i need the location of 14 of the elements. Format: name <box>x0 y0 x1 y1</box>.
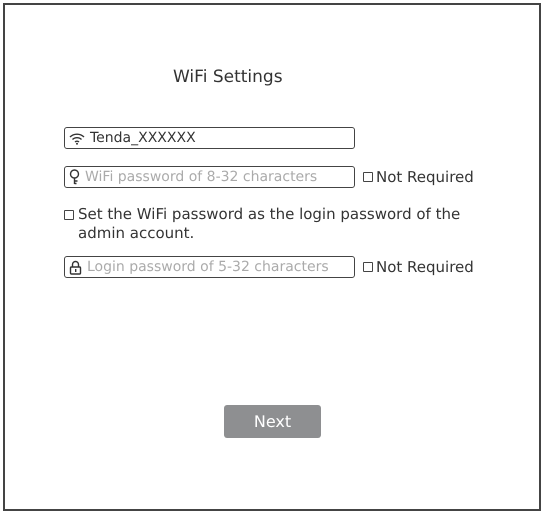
password-field[interactable]: WiFi password of 8-32 characters <box>64 166 355 188</box>
wifi-icon <box>69 132 85 144</box>
next-button[interactable]: Next <box>224 405 321 438</box>
page-title: WiFi Settings <box>173 67 284 89</box>
password-field[interactable]: Login password of 5-32 characters <box>64 256 355 278</box>
checkbox[interactable] <box>363 172 373 182</box>
wifi-name-field[interactable]: Tenda_XXXXXX <box>64 127 355 149</box>
key-icon <box>69 169 80 185</box>
checkbox-label: Set the WiFi password as the login password of the admin account. <box>78 205 462 243</box>
checkbox[interactable] <box>363 262 373 272</box>
checkbox-label: Not Required <box>376 258 474 276</box>
checkbox[interactable] <box>64 210 74 220</box>
lock-icon <box>69 260 82 274</box>
checkbox-label: Not Required <box>376 168 474 186</box>
